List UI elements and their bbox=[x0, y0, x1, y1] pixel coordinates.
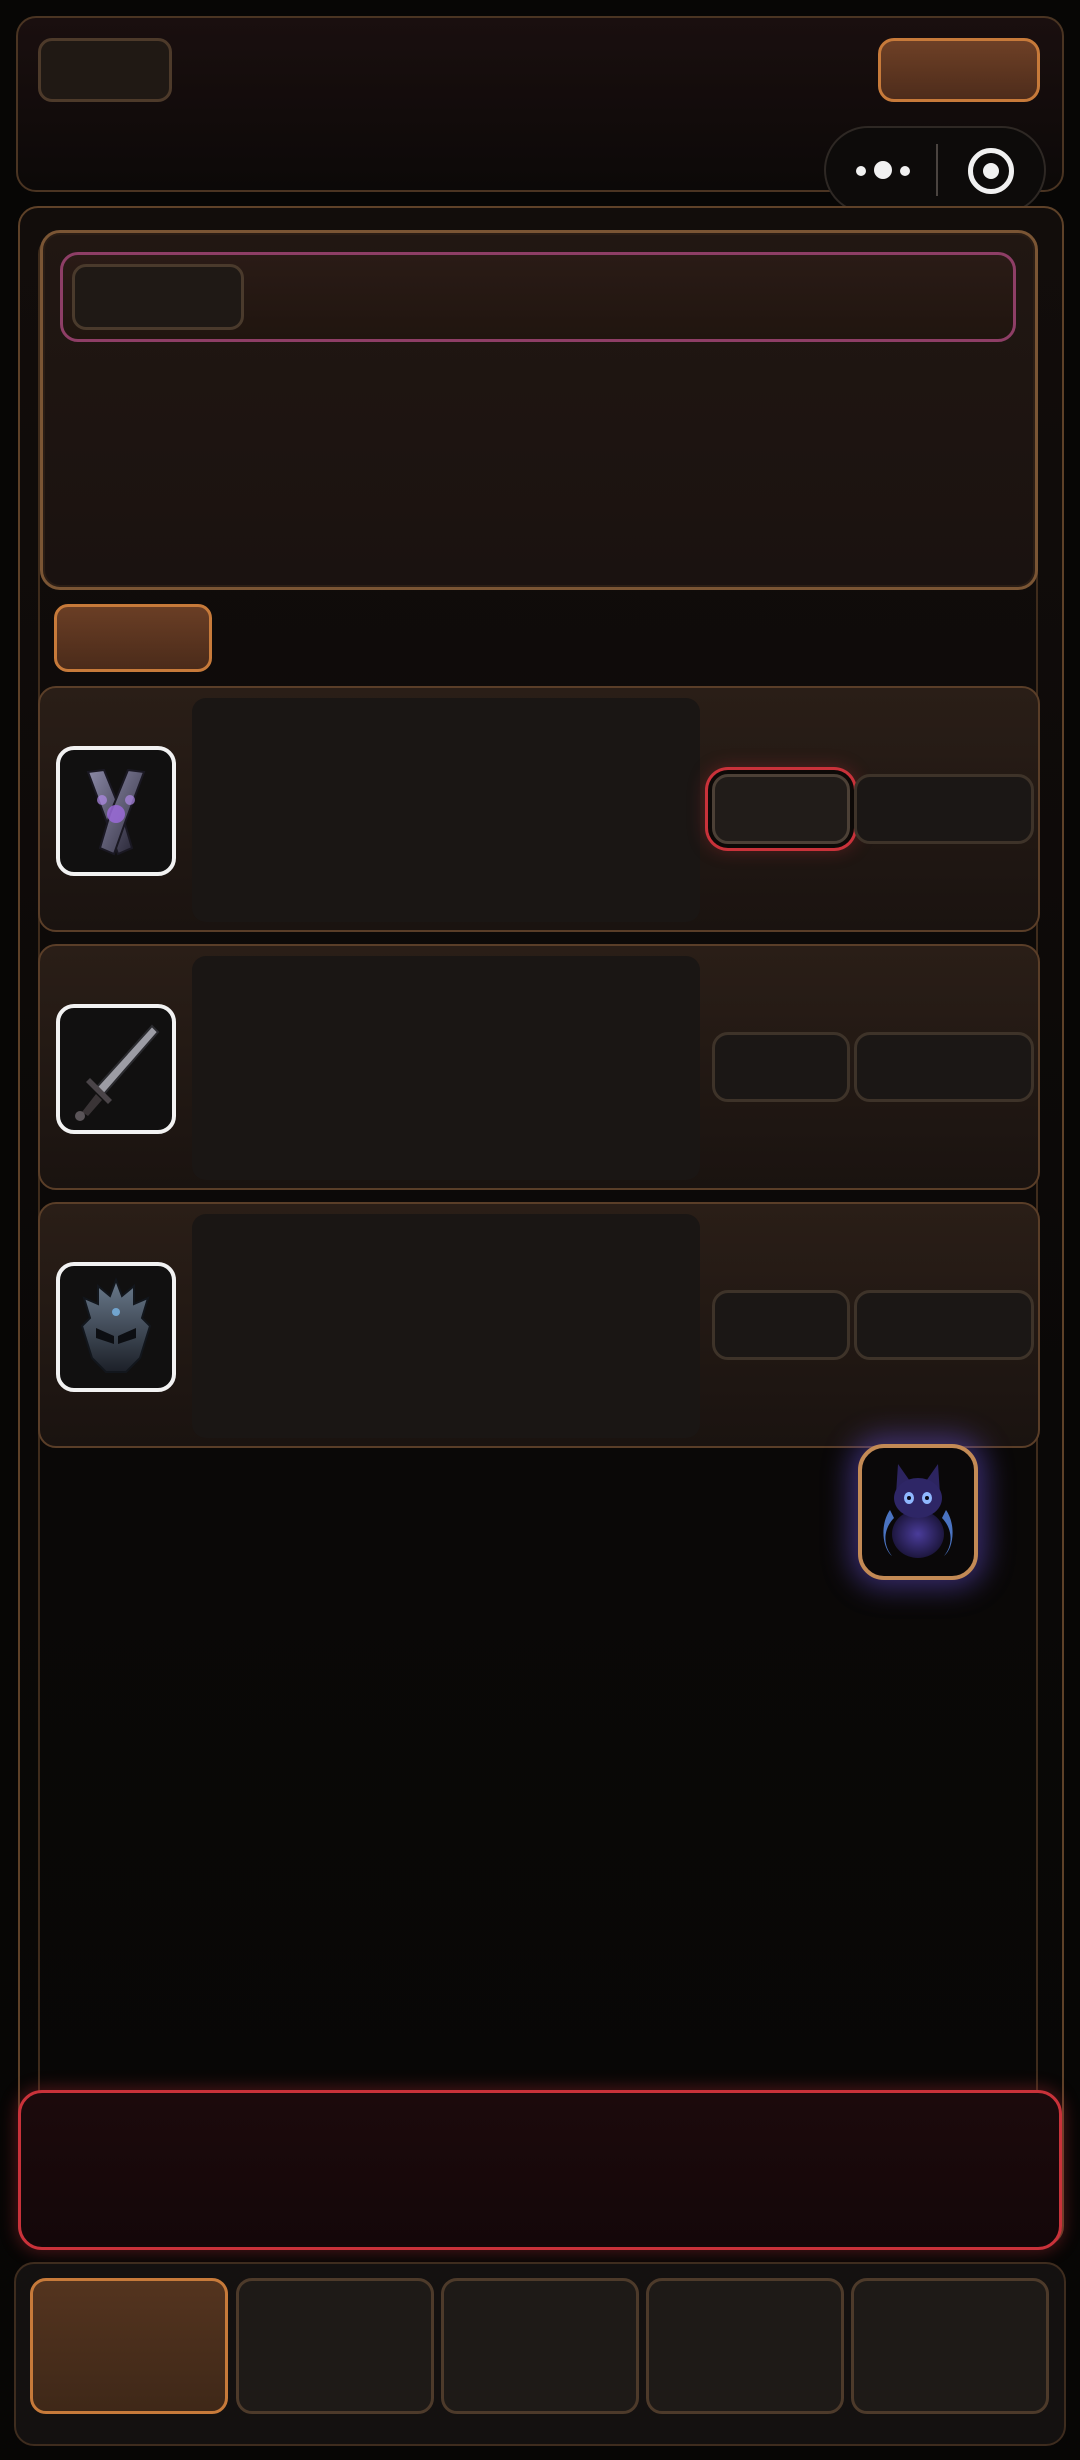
details-button[interactable] bbox=[854, 774, 1034, 844]
details-button[interactable] bbox=[854, 1032, 1034, 1102]
cat-pet-icon[interactable] bbox=[858, 1444, 978, 1580]
gauntlets-icon[interactable] bbox=[56, 746, 176, 876]
nav-tab[interactable] bbox=[646, 2278, 844, 2414]
profile-name-chip[interactable] bbox=[72, 264, 244, 330]
equip-button[interactable] bbox=[712, 774, 850, 844]
equipment-row bbox=[38, 1202, 1040, 1448]
header-right-button[interactable] bbox=[878, 38, 1040, 102]
header-left-button[interactable] bbox=[38, 38, 172, 102]
nav-tab[interactable] bbox=[236, 2278, 434, 2414]
miniprogram-capsule bbox=[824, 126, 1046, 214]
section-tab[interactable] bbox=[54, 604, 212, 672]
nav-tab[interactable] bbox=[851, 2278, 1049, 2414]
helmet-icon[interactable] bbox=[56, 1262, 176, 1392]
nav-tab[interactable] bbox=[30, 2278, 228, 2414]
capsule-divider bbox=[936, 144, 938, 196]
details-button[interactable] bbox=[854, 1290, 1034, 1360]
equip-button[interactable] bbox=[712, 1032, 850, 1102]
nav-tab[interactable] bbox=[441, 2278, 639, 2414]
more-dots-icon[interactable] bbox=[826, 128, 936, 212]
item-info-panel bbox=[192, 698, 700, 922]
sword-icon[interactable] bbox=[56, 1004, 176, 1134]
alert-banner[interactable] bbox=[18, 2090, 1062, 2250]
target-icon[interactable] bbox=[968, 148, 1014, 194]
equip-button[interactable] bbox=[712, 1290, 850, 1360]
equipment-row bbox=[38, 944, 1040, 1190]
item-info-panel bbox=[192, 956, 700, 1180]
item-info-panel bbox=[192, 1214, 700, 1438]
equipment-row bbox=[38, 686, 1040, 932]
